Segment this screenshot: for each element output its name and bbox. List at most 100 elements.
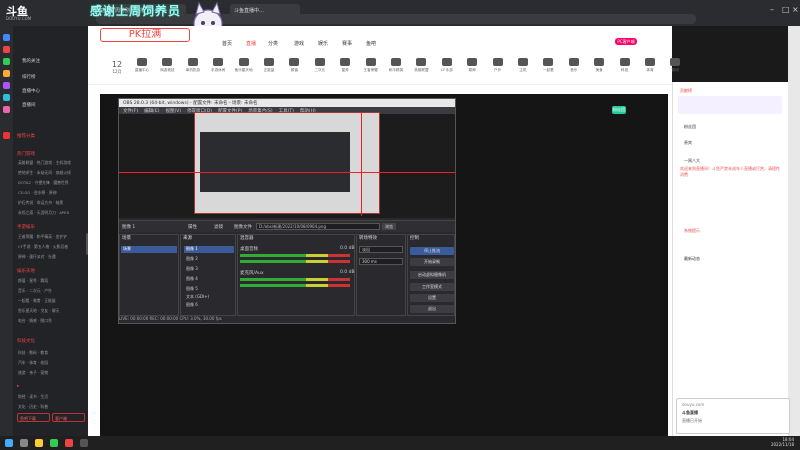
sidebar-item-room[interactable]: 直播间 (22, 102, 36, 108)
sidebar-grid[interactable]: 音乐 · 二次元 · 户外 (18, 288, 52, 294)
start-icon[interactable] (5, 439, 13, 447)
category-item[interactable]: 户外 (486, 58, 510, 73)
settings-button[interactable]: 设置 (410, 294, 454, 302)
sidebar-item-center[interactable]: 直播中心 (22, 88, 40, 94)
filters-button[interactable]: 滤镜 (214, 224, 223, 230)
fan-club-badge[interactable]: 粉丝团 (612, 106, 626, 114)
sidebar-grid[interactable]: 科技 · 数码 · 教育 (18, 350, 48, 356)
sidebar-grid[interactable]: 王者荣耀 · 和平精英 · 金铲铲 (18, 234, 67, 240)
source-item[interactable]: 文本 (GDI+) (184, 294, 234, 301)
sidebar-grid[interactable]: 财经 · 读书 · 生活 (18, 394, 48, 400)
category-item[interactable]: 数码 (663, 58, 687, 73)
app-icon[interactable] (3, 106, 10, 113)
category-item[interactable]: 王者荣耀 (359, 58, 383, 73)
sidebar-download-button[interactable]: 鱼吧下载 (17, 413, 50, 422)
source-item[interactable]: 图像 6 (184, 302, 234, 309)
sidebar-grid[interactable]: CF手游 · 第五人格 · 火影忍者 (18, 244, 68, 250)
category-item[interactable]: CF手游 (435, 58, 459, 73)
sidebar-grid[interactable]: 旅游 · 亲子 · 宠物 (18, 370, 48, 376)
duration-field[interactable]: 300 ms (359, 258, 403, 265)
sidebar-grid[interactable]: 文化 · 历史 · 科普 (18, 404, 48, 410)
app-icon[interactable] (3, 34, 10, 41)
app-icon[interactable] (3, 82, 10, 89)
folder-icon[interactable] (35, 439, 43, 447)
exit-button[interactable]: 退出 (410, 305, 454, 313)
sidebar-grid[interactable]: 永恒之塔 · 天涯明月刀 · APEX (18, 210, 69, 216)
category-item[interactable]: 科技 (613, 58, 637, 73)
browse-button[interactable]: 浏览 (382, 223, 396, 230)
source-item[interactable]: 图像 2 (184, 256, 234, 263)
sidebar-grid[interactable]: 炉石传说 · 命运方舟 · 暗黑 (18, 200, 63, 206)
app-icon[interactable] (3, 94, 10, 101)
source-item[interactable]: 图像 5 (184, 286, 234, 293)
category-item[interactable]: 和平精英 (384, 58, 408, 73)
nav-match[interactable]: 赛事 (342, 40, 352, 47)
nav-ent[interactable]: 娱乐 (318, 40, 328, 47)
category-item[interactable]: 网游竞技 (155, 58, 179, 73)
dock-title: 场景 (122, 236, 131, 241)
sidebar-client-button[interactable]: 客户端 (52, 413, 85, 422)
category-item[interactable]: 一起看 (536, 58, 560, 73)
transition-select[interactable]: 淡出 (359, 246, 403, 253)
nav-live[interactable]: 直播 (246, 40, 256, 47)
category-item[interactable]: 正能量 (257, 58, 281, 73)
category-item[interactable]: 音乐 (562, 58, 586, 73)
category-item[interactable]: 英雄联盟 (409, 58, 433, 73)
nav-yuba[interactable]: 鱼吧 (366, 40, 376, 47)
maximize-icon[interactable]: □ (782, 6, 790, 14)
category-item[interactable]: 美食 (587, 58, 611, 73)
nav-home[interactable]: 首页 (222, 40, 232, 47)
obs-icon[interactable] (80, 439, 88, 447)
contribution-tab[interactable]: 贡献榜 (680, 88, 692, 94)
category-item[interactable]: 手游休闲 (206, 58, 230, 73)
start-record-button[interactable]: 开始录制 (410, 258, 454, 266)
search-icon[interactable] (20, 439, 28, 447)
douyu-logo[interactable]: 斗鱼 (6, 3, 46, 18)
close-icon[interactable]: × (792, 6, 800, 14)
taskbar-clock[interactable]: 18:04 2022/11/18 (758, 437, 794, 447)
sidebar-grid[interactable]: 颜值 · 星秀 · 舞蹈 (18, 278, 48, 284)
category-item[interactable]: 原神 (460, 58, 484, 73)
address-bar[interactable] (96, 14, 696, 24)
nav-games[interactable]: 游戏 (294, 40, 304, 47)
sidebar-grid[interactable]: 一起看 · 美食 · 正能量 (18, 298, 56, 304)
sidebar-item-rank[interactable]: 排行榜 (22, 74, 36, 80)
sidebar-grid[interactable]: 原神 · 蛋仔派对 · 光遇 (18, 254, 56, 260)
sidebar-grid[interactable]: CS:GO · 逆水寒 · 原神 (18, 190, 57, 196)
source-item[interactable]: 图像 3 (184, 266, 234, 273)
virtual-cam-button[interactable]: 启动虚拟摄像机 (410, 271, 454, 279)
stop-stream-button[interactable]: 停止推流 (410, 247, 454, 255)
source-item[interactable]: 图像 4 (184, 276, 234, 283)
app-icon[interactable] (3, 58, 10, 65)
app-icon[interactable] (3, 70, 10, 77)
category-item[interactable]: 主机 (511, 58, 535, 73)
category-item[interactable]: 直播中心 (130, 58, 154, 73)
minimize-icon[interactable]: – (770, 6, 778, 14)
category-item[interactable]: 二次元 (308, 58, 332, 73)
category-item[interactable]: 颜值 (282, 58, 306, 73)
category-item[interactable]: 星秀 (333, 58, 357, 73)
scene-item[interactable]: 场景 (121, 246, 177, 253)
sidebar-grid[interactable]: 英雄联盟 · 热门游戏 · 主机游戏 (18, 160, 71, 166)
source-item[interactable]: 图像 1 (184, 246, 234, 253)
sidebar-item-follow[interactable]: 我的关注 (22, 58, 40, 64)
properties-button[interactable]: 属性 (188, 224, 197, 230)
sidebar-grid[interactable]: 汽车 · 体育 · 校园 (18, 360, 48, 366)
sidebar-grid[interactable]: 鱼乐星天地 · 交友 · 聊天 (18, 308, 59, 314)
nav-category[interactable]: 分类 (268, 40, 278, 47)
category-item[interactable]: 单机热游 (181, 58, 205, 73)
studio-mode-button[interactable]: 工作室模式 (410, 283, 454, 291)
douyu-icon[interactable] (65, 439, 73, 447)
chrome-icon[interactable] (50, 439, 58, 447)
category-item[interactable]: 体育 (638, 58, 662, 73)
sidebar-section-more: ▸ (17, 384, 20, 389)
image-path-field[interactable]: D:/obs/新建/2022/10/08/0904.png (256, 223, 380, 230)
category-item[interactable]: 鱼乐星天地 (232, 58, 256, 73)
sidebar-grid[interactable]: 绝地求生 · 永劫无间 · 穿越火线 (18, 170, 71, 176)
app-icon[interactable] (3, 46, 10, 53)
page-scrollbar[interactable] (788, 26, 800, 436)
pc-client-button[interactable]: PC客户端 (615, 38, 637, 45)
app-icon[interactable] (3, 132, 10, 139)
sidebar-grid[interactable]: 电台 · 情感 · 脱口秀 (18, 318, 52, 324)
sidebar-grid[interactable]: DOTA2 · 守望先锋 · 魔兽世界 (18, 180, 69, 186)
